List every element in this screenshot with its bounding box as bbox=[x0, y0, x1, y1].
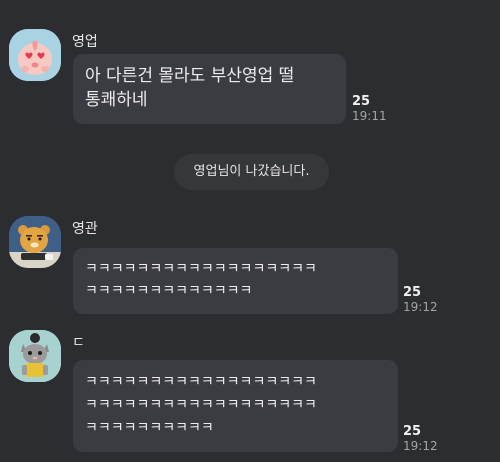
message-bubble[interactable]: 아 다른건 몰라도 부산영업 떨 통쾌하네 bbox=[73, 54, 346, 124]
unread-count: 25 bbox=[403, 424, 422, 439]
sender-name: 영관 bbox=[72, 221, 98, 237]
message-time: 19:12 bbox=[403, 300, 438, 314]
message-time: 19:11 bbox=[352, 109, 387, 123]
message-bubble[interactable]: ㅋㅋㅋㅋㅋㅋㅋㅋㅋㅋㅋㅋㅋㅋㅋㅋㅋㅋ ㅋㅋㅋㅋㅋㅋㅋㅋㅋㅋㅋㅋㅋㅋㅋㅋㅋㅋ ㅋㅋ… bbox=[73, 360, 398, 452]
message-text-line: ㅋㅋㅋㅋㅋㅋㅋㅋㅋㅋㅋㅋㅋㅋㅋㅋㅋㅋ bbox=[85, 374, 317, 390]
unread-count: 25 bbox=[352, 94, 371, 109]
message-bubble[interactable]: ㅋㅋㅋㅋㅋㅋㅋㅋㅋㅋㅋㅋㅋㅋㅋㅋㅋㅋ ㅋㅋㅋㅋㅋㅋㅋㅋㅋㅋㅋㅋㅋ bbox=[73, 248, 398, 314]
apeach-heart-eyes-avatar-icon[interactable] bbox=[9, 29, 61, 81]
cat-avatar-icon[interactable] bbox=[9, 330, 61, 382]
ryan-avatar-icon[interactable] bbox=[9, 216, 61, 268]
message-text-line: ㅋㅋㅋㅋㅋㅋㅋㅋㅋㅋ bbox=[85, 420, 214, 436]
message-text-line: 통쾌하네 bbox=[85, 90, 148, 110]
message-text-line: ㅋㅋㅋㅋㅋㅋㅋㅋㅋㅋㅋㅋㅋㅋㅋㅋㅋㅋ bbox=[85, 397, 317, 413]
message-time: 19:12 bbox=[403, 439, 438, 453]
message-text-line: ㅋㅋㅋㅋㅋㅋㅋㅋㅋㅋㅋㅋㅋ bbox=[85, 283, 253, 299]
unread-count: 25 bbox=[403, 285, 422, 300]
message-text-line: ㅋㅋㅋㅋㅋㅋㅋㅋㅋㅋㅋㅋㅋㅋㅋㅋㅋㅋ bbox=[85, 261, 317, 277]
message-meta: 25 19:11 bbox=[352, 94, 387, 124]
sender-name: ㄷ bbox=[72, 335, 85, 351]
message-meta: 25 19:12 bbox=[403, 424, 438, 454]
sender-name: 영업 bbox=[72, 34, 98, 50]
message-text-line: 아 다른건 몰라도 부산영업 떨 bbox=[85, 66, 295, 86]
system-notice-left-chat: 영업님이 나갔습니다. bbox=[174, 154, 329, 190]
message-meta: 25 19:12 bbox=[403, 285, 438, 315]
